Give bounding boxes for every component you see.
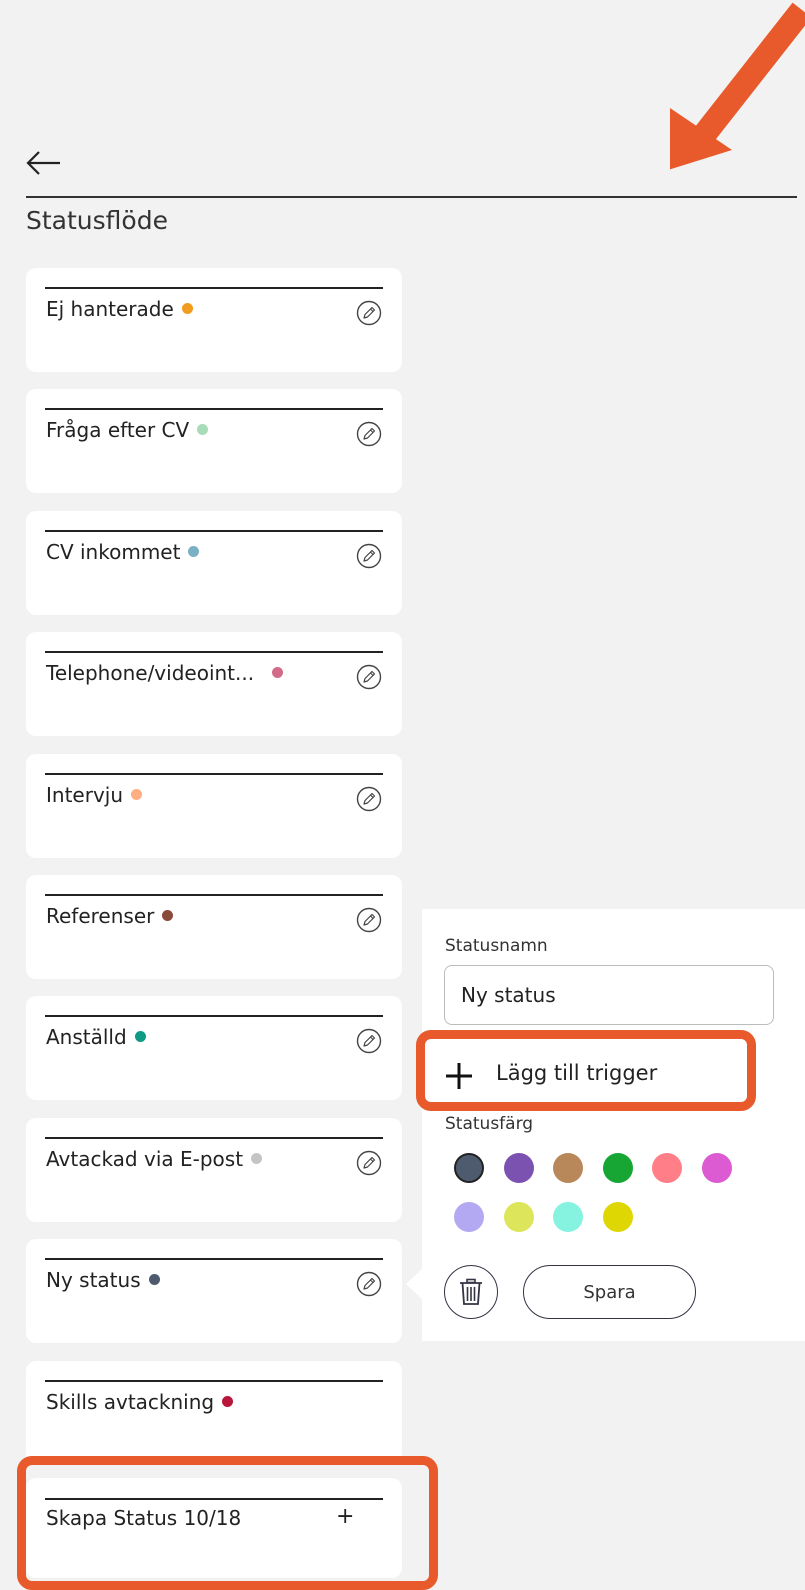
status-card[interactable]: Ny status bbox=[26, 1239, 402, 1343]
edit-pencil-icon[interactable] bbox=[356, 1150, 382, 1176]
status-name-input[interactable] bbox=[444, 965, 774, 1025]
status-color-dot bbox=[197, 424, 209, 435]
status-color-dot bbox=[222, 1396, 234, 1407]
color-swatch[interactable] bbox=[553, 1202, 583, 1232]
edit-pencil-icon[interactable] bbox=[356, 907, 382, 933]
card-divider bbox=[45, 1137, 383, 1139]
color-swatch[interactable] bbox=[553, 1153, 583, 1183]
status-name: Fråga efter CV bbox=[46, 418, 190, 442]
color-swatch[interactable] bbox=[702, 1153, 732, 1183]
status-name: Skills avtackning bbox=[46, 1390, 215, 1414]
edit-pencil-icon[interactable] bbox=[356, 300, 382, 326]
edit-pencil-icon[interactable] bbox=[356, 543, 382, 569]
card-divider bbox=[45, 773, 383, 775]
color-swatch[interactable] bbox=[454, 1153, 484, 1183]
status-label: Telephone/videoint... bbox=[46, 661, 284, 685]
color-swatch[interactable] bbox=[504, 1202, 534, 1232]
status-edit-panel: Statusnamn Lägg till trigger Statusfärg … bbox=[422, 909, 805, 1341]
status-color-dot bbox=[251, 1153, 263, 1164]
card-divider bbox=[45, 1258, 383, 1260]
status-label: CV inkommet bbox=[46, 540, 200, 564]
status-card[interactable]: Referenser bbox=[26, 875, 402, 979]
color-swatch[interactable] bbox=[652, 1153, 682, 1183]
page-title: Statusflöde bbox=[26, 206, 168, 235]
card-divider bbox=[45, 1380, 383, 1382]
card-divider bbox=[45, 1015, 383, 1017]
edit-pencil-icon[interactable] bbox=[356, 421, 382, 447]
status-color-dot bbox=[188, 546, 200, 557]
highlight-create-status bbox=[17, 1456, 438, 1590]
status-name: Referenser bbox=[46, 904, 155, 928]
status-name: Anställd bbox=[46, 1025, 127, 1049]
highlight-add-trigger bbox=[416, 1030, 756, 1111]
status-label: Skills avtackning bbox=[46, 1390, 234, 1414]
status-color-dot bbox=[134, 1031, 146, 1042]
status-name: Ej hanterade bbox=[46, 297, 174, 321]
trash-icon bbox=[460, 1278, 482, 1305]
status-card[interactable]: Avtackad via E-post bbox=[26, 1118, 402, 1222]
card-divider bbox=[45, 408, 383, 410]
annotation-arrow-icon bbox=[670, 2, 805, 170]
status-color-dot bbox=[148, 1274, 160, 1285]
status-name: Avtackad via E-post bbox=[46, 1147, 244, 1171]
status-label: Intervju bbox=[46, 783, 143, 807]
edit-pencil-icon[interactable] bbox=[356, 664, 382, 690]
status-card[interactable]: Intervju bbox=[26, 754, 402, 858]
save-button[interactable]: Spara bbox=[523, 1265, 696, 1319]
color-swatch[interactable] bbox=[504, 1153, 534, 1183]
status-card[interactable]: Anställd bbox=[26, 996, 402, 1100]
status-card[interactable]: Ej hanterade bbox=[26, 268, 402, 372]
panel-pointer bbox=[406, 1268, 423, 1300]
status-label: Anställd bbox=[46, 1025, 146, 1049]
back-arrow-icon[interactable] bbox=[26, 148, 62, 178]
status-card[interactable]: Fråga efter CV bbox=[26, 389, 402, 493]
header-divider bbox=[26, 196, 797, 198]
color-swatch[interactable] bbox=[454, 1202, 484, 1232]
card-divider bbox=[45, 287, 383, 289]
status-name: Ny status bbox=[46, 1268, 141, 1292]
edit-pencil-icon[interactable] bbox=[356, 1271, 382, 1297]
card-divider bbox=[45, 530, 383, 532]
status-name: Intervju bbox=[46, 783, 124, 807]
edit-pencil-icon[interactable] bbox=[356, 1028, 382, 1054]
status-label: Referenser bbox=[46, 904, 174, 928]
card-divider bbox=[45, 894, 383, 896]
status-card[interactable]: CV inkommet bbox=[26, 511, 402, 615]
status-color-dot bbox=[131, 789, 143, 800]
status-label: Ej hanterade bbox=[46, 297, 193, 321]
color-swatch[interactable] bbox=[603, 1202, 633, 1232]
status-name-label: Statusnamn bbox=[445, 936, 548, 956]
status-color-dot bbox=[272, 667, 284, 678]
status-card[interactable]: Skills avtackning bbox=[26, 1361, 402, 1465]
delete-button[interactable] bbox=[444, 1265, 498, 1319]
status-color-label: Statusfärg bbox=[445, 1114, 534, 1134]
status-name: CV inkommet bbox=[46, 540, 181, 564]
status-label: Fråga efter CV bbox=[46, 418, 209, 442]
status-label: Ny status bbox=[46, 1268, 160, 1292]
edit-pencil-icon[interactable] bbox=[356, 786, 382, 812]
status-card[interactable]: Telephone/videoint... bbox=[26, 632, 402, 736]
status-color-dot bbox=[162, 910, 174, 921]
status-name: Telephone/videoint... bbox=[46, 661, 255, 685]
color-swatch[interactable] bbox=[603, 1153, 633, 1183]
status-color-dot bbox=[181, 303, 193, 314]
card-divider bbox=[45, 651, 383, 653]
status-label: Avtackad via E-post bbox=[46, 1147, 263, 1171]
